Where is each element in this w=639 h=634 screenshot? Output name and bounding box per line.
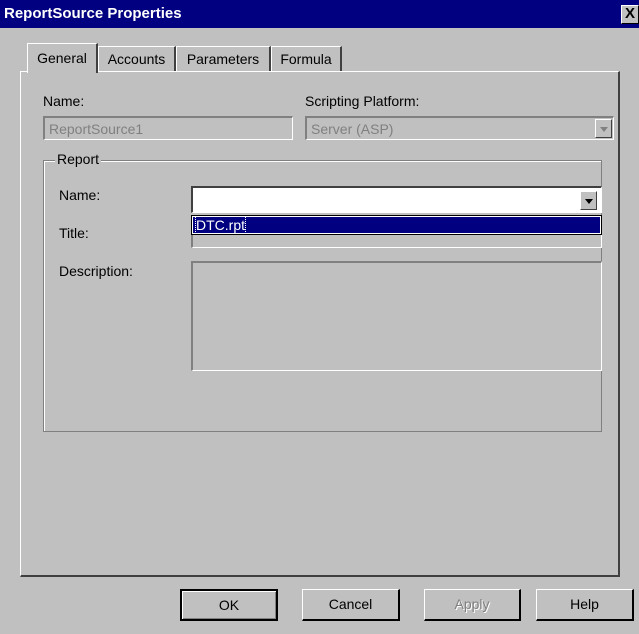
ok-button[interactable]: OK bbox=[180, 589, 278, 621]
tab-parameters-label: Parameters bbox=[186, 51, 260, 67]
tab-formula[interactable]: Formula bbox=[271, 46, 342, 72]
cancel-button[interactable]: Cancel bbox=[302, 589, 400, 621]
scripting-platform-label: Scripting Platform: bbox=[305, 93, 420, 109]
tab-accounts[interactable]: Accounts bbox=[98, 46, 176, 72]
dropdown-option-label: DTC.rpt bbox=[195, 216, 246, 234]
chevron-down-icon bbox=[600, 127, 608, 132]
close-button[interactable]: X bbox=[621, 5, 639, 24]
tab-general[interactable]: General bbox=[27, 43, 98, 73]
tab-accounts-label: Accounts bbox=[107, 51, 166, 67]
name-field: ReportSource1 bbox=[43, 116, 293, 140]
chevron-down-icon bbox=[585, 199, 593, 204]
scripting-platform-value: Server (ASP) bbox=[311, 121, 394, 137]
name-field-value: ReportSource1 bbox=[49, 121, 144, 137]
help-button-label: Help bbox=[570, 596, 599, 612]
title-bar[interactable]: ReportSource Properties X bbox=[0, 0, 639, 28]
apply-button: Apply bbox=[424, 589, 521, 621]
description-field bbox=[191, 261, 602, 371]
dropdown-option-dtc-rpt[interactable]: DTC.rpt bbox=[193, 216, 600, 234]
tab-general-label: General bbox=[37, 50, 87, 66]
close-icon: X bbox=[624, 5, 635, 22]
window-title: ReportSource Properties bbox=[4, 5, 182, 22]
report-group-title: Report bbox=[55, 151, 102, 167]
tab-formula-label: Formula bbox=[280, 51, 332, 67]
properties-dialog: ReportSource Properties X General Accoun… bbox=[0, 0, 639, 634]
title-label: Title: bbox=[59, 225, 89, 241]
ok-button-label: OK bbox=[218, 597, 240, 613]
scripting-platform-select: Server (ASP) bbox=[305, 116, 614, 140]
report-name-dropdown-button[interactable] bbox=[580, 191, 597, 210]
name-label: Name: bbox=[43, 93, 85, 109]
cancel-button-label: Cancel bbox=[328, 596, 373, 612]
tab-parameters[interactable]: Parameters bbox=[176, 46, 271, 72]
description-label: Description: bbox=[59, 263, 133, 279]
help-button[interactable]: Help bbox=[536, 589, 634, 621]
report-name-combobox[interactable] bbox=[191, 186, 602, 213]
report-name-label: Name: bbox=[59, 187, 101, 203]
apply-button-label: Apply bbox=[454, 596, 490, 612]
scripting-platform-dropdown-button bbox=[595, 119, 612, 138]
report-name-dropdown-list[interactable]: DTC.rpt bbox=[191, 215, 602, 235]
